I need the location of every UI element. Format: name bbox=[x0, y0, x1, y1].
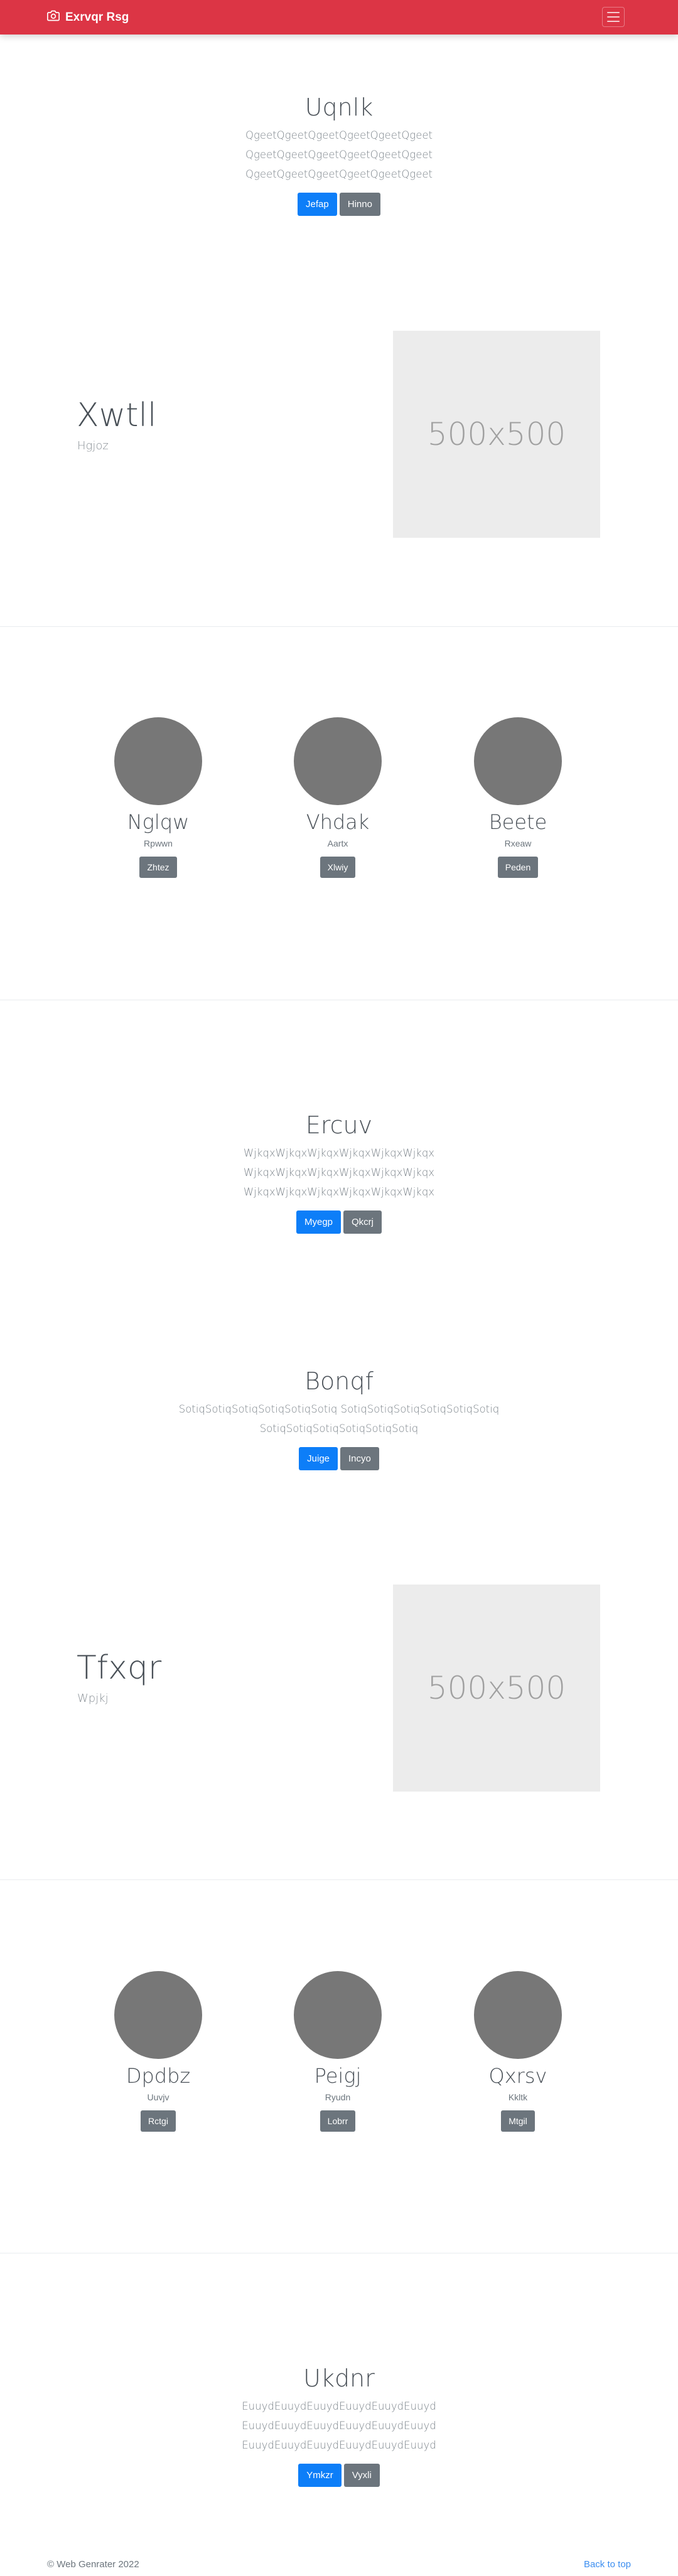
hero-secondary-button[interactable]: Qkcrj bbox=[343, 1211, 382, 1234]
member-button[interactable]: Xlwiy bbox=[320, 857, 356, 878]
placeholder-image: 500x500 bbox=[393, 1585, 600, 1792]
member-role: Uuvjv bbox=[147, 2092, 170, 2102]
member-name: Vhdak bbox=[306, 810, 370, 834]
back-to-top-link[interactable]: Back to top bbox=[584, 2559, 631, 2570]
avatar bbox=[294, 717, 382, 805]
member-name: Peigj bbox=[314, 2064, 362, 2088]
member-name: Nglqw bbox=[127, 810, 190, 834]
navbar-toggler-button[interactable] bbox=[602, 7, 625, 27]
hero-text-line: WjkqxWjkqxWjkqxWjkqxWjkqxWjkqx bbox=[243, 1186, 435, 1198]
hero-secondary-button[interactable]: Vyxli bbox=[343, 2464, 380, 2487]
member-button[interactable]: Zhtez bbox=[139, 857, 177, 878]
member-name: Beete bbox=[488, 810, 547, 834]
hero-secondary-button[interactable]: Hinno bbox=[339, 193, 380, 216]
feature-title: Xwtll bbox=[77, 397, 157, 434]
hero-title: Ercuv bbox=[305, 1111, 373, 1139]
avatar bbox=[114, 717, 202, 805]
hero-primary-button[interactable]: Ymkzr bbox=[298, 2464, 342, 2487]
feature-subtitle: Hgjoz bbox=[77, 439, 109, 452]
hero-text-line: QgeetQgeetQgeetQgeetQgeetQgeet bbox=[245, 168, 433, 180]
team-member-card: Beete Rxeaw Peden bbox=[439, 717, 596, 878]
member-role: Rxeaw bbox=[504, 838, 532, 848]
section-divider bbox=[0, 626, 678, 627]
feature-subtitle: Wpjkj bbox=[77, 1692, 109, 1705]
hero-text-line: QgeetQgeetQgeetQgeetQgeetQgeet bbox=[245, 149, 433, 161]
member-name: Qxrsv bbox=[488, 2064, 547, 2088]
hero-title: Uqnlk bbox=[304, 94, 374, 121]
hero-section-2: Ercuv WjkqxWjkqxWjkqxWjkqxWjkqxWjkqx Wjk… bbox=[0, 1111, 678, 1234]
hero-text-line: QgeetQgeetQgeetQgeetQgeetQgeet bbox=[245, 129, 433, 141]
hero-text-line: EuuydEuuydEuuydEuuydEuuydEuuyd bbox=[242, 2420, 436, 2432]
brand-label: Exrvqr Rsg bbox=[65, 11, 129, 24]
avatar bbox=[294, 1971, 382, 2059]
hero-primary-button[interactable]: Juige bbox=[299, 1447, 338, 1470]
copyright-text: © Web Genrater 2022 bbox=[47, 2559, 139, 2570]
hero-text-line: SotiqSotiqSotiqSotiqSotiqSotiq SotiqSoti… bbox=[178, 1403, 500, 1415]
member-button[interactable]: Mtgil bbox=[501, 2110, 535, 2132]
feature-title: Tfxqr bbox=[77, 1649, 162, 1687]
hero-section-1: Uqnlk QgeetQgeetQgeetQgeetQgeetQgeet Qge… bbox=[0, 93, 678, 216]
hero-primary-button[interactable]: Jefap bbox=[298, 193, 337, 216]
member-role: Aartx bbox=[327, 838, 348, 848]
hero-section-3: Bonqf SotiqSotiqSotiqSotiqSotiqSotiq Sot… bbox=[0, 1367, 678, 1470]
footer: © Web Genrater 2022 Back to top bbox=[0, 2554, 678, 2576]
member-name: Dpdbz bbox=[126, 2064, 191, 2088]
hero-text-line: WjkqxWjkqxWjkqxWjkqxWjkqxWjkqx bbox=[243, 1167, 435, 1178]
hero-title: Ukdnr bbox=[303, 2365, 375, 2392]
member-button[interactable]: Lobrr bbox=[320, 2110, 356, 2132]
camera-icon bbox=[47, 9, 60, 26]
menu-icon bbox=[607, 12, 620, 13]
hero-text-line: EuuydEuuydEuuydEuuydEuuydEuuyd bbox=[242, 2439, 436, 2451]
placeholder-label: 500x500 bbox=[427, 1670, 566, 1706]
member-role: Ryudn bbox=[325, 2092, 351, 2102]
member-role: Kkltk bbox=[508, 2092, 528, 2102]
navbar-brand[interactable]: Exrvqr Rsg bbox=[47, 9, 129, 26]
hero-primary-button[interactable]: Myegp bbox=[296, 1211, 342, 1234]
navbar: Exrvqr Rsg bbox=[0, 0, 678, 35]
hero-text-line: EuuydEuuydEuuydEuuydEuuydEuuyd bbox=[242, 2400, 436, 2412]
avatar bbox=[474, 1971, 562, 2059]
team-member-card: Dpdbz Uuvjv Rctgi bbox=[80, 1971, 237, 2132]
member-button[interactable]: Peden bbox=[497, 857, 539, 878]
section-divider bbox=[0, 1879, 678, 1880]
team-member-card: Peigj Ryudn Lobrr bbox=[259, 1971, 416, 2132]
member-role: Rpwwn bbox=[144, 838, 173, 848]
team-member-card: Qxrsv Kkltk Mtgil bbox=[439, 1971, 596, 2132]
placeholder-label: 500x500 bbox=[427, 416, 566, 452]
hero-section-4: Ukdnr EuuydEuuydEuuydEuuydEuuydEuuyd Euu… bbox=[0, 2364, 678, 2487]
hero-secondary-button[interactable]: Incyo bbox=[340, 1447, 379, 1470]
avatar bbox=[474, 717, 562, 805]
hero-text-line: WjkqxWjkqxWjkqxWjkqxWjkqxWjkqx bbox=[243, 1147, 435, 1159]
hero-text-line: SotiqSotiqSotiqSotiqSotiqSotiq bbox=[259, 1423, 419, 1435]
team-member-card: Nglqw Rpwwn Zhtez bbox=[80, 717, 237, 878]
team-member-card: Vhdak Aartx Xlwiy bbox=[259, 717, 416, 878]
avatar bbox=[114, 1971, 202, 2059]
page: Exrvqr Rsg Uqnlk QgeetQgeetQgeetQgeetQge… bbox=[0, 0, 678, 2576]
hero-title: Bonqf bbox=[304, 1367, 374, 1395]
member-button[interactable]: Rctgi bbox=[141, 2110, 176, 2132]
placeholder-image: 500x500 bbox=[393, 331, 600, 538]
